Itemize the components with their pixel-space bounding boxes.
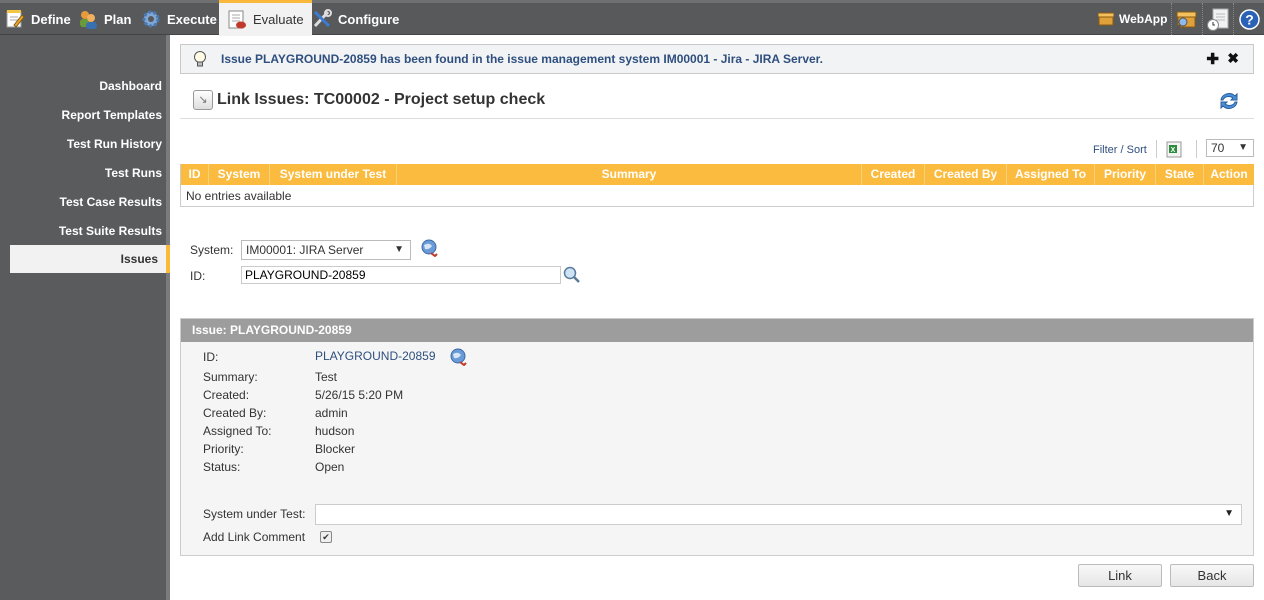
issue-panel-header: Issue: PLAYGROUND-20859 — [181, 319, 1253, 342]
sidebar-item-test-case-results[interactable]: Test Case Results — [2, 195, 163, 209]
issues-table: ID System System under Test Summary Crea… — [180, 164, 1254, 207]
search-icon[interactable] — [563, 266, 581, 284]
field-label-id: ID: — [203, 350, 219, 364]
back-button[interactable]: Back — [1170, 564, 1254, 587]
column-header-state[interactable]: State — [1156, 164, 1204, 185]
page-size-select[interactable]: 70 ▼ — [1206, 139, 1254, 157]
info-notice: Issue PLAYGROUND-20859 has been found in… — [180, 44, 1254, 74]
divider — [1171, 3, 1172, 35]
link-arrow-icon: ↘ — [193, 90, 213, 110]
page-size-value: 70 — [1211, 141, 1225, 155]
nav-plan-label: Plan — [104, 11, 132, 27]
svg-text:?: ? — [1245, 12, 1254, 28]
field-label-created-by: Created By: — [203, 406, 267, 420]
box-search-icon[interactable] — [1175, 10, 1197, 30]
column-header-assigned-to[interactable]: Assigned To — [1007, 164, 1095, 185]
column-header-summary[interactable]: Summary — [397, 164, 862, 185]
lightbulb-icon — [194, 51, 206, 67]
top-navigation-bar: Define Plan Execute Evaluate Configure W… — [0, 0, 1264, 36]
column-header-priority[interactable]: Priority — [1095, 164, 1156, 185]
field-value-status: Open — [315, 460, 345, 474]
issue-id-link[interactable]: PLAYGROUND-20859 — [315, 349, 436, 363]
field-label-status: Status: — [203, 460, 241, 474]
chevron-down-icon: ▼ — [394, 244, 404, 255]
issue-id-input[interactable] — [241, 266, 561, 284]
notice-text: Issue PLAYGROUND-20859 has been found in… — [221, 52, 824, 66]
report-icon — [228, 10, 246, 28]
sidebar-item-dashboard[interactable]: Dashboard — [2, 79, 162, 93]
users-icon — [80, 11, 97, 29]
sidebar-item-issues[interactable]: Issues — [10, 245, 170, 273]
sidebar: Dashboard Report Templates Test Run Hist… — [0, 35, 170, 600]
page-title: Link Issues: TC00002 - Project setup che… — [217, 91, 546, 108]
svg-text:X: X — [1171, 147, 1176, 154]
field-value-created: 5/26/15 5:20 PM — [315, 388, 404, 402]
nav-evaluate-label: Evaluate — [253, 12, 304, 27]
table-header: ID System System under Test Summary Crea… — [181, 164, 1254, 185]
add-link-comment-label: Add Link Comment — [203, 530, 306, 544]
divider — [1233, 3, 1234, 35]
sidebar-rail — [166, 35, 170, 600]
field-value-summary: Test — [315, 370, 338, 384]
nav-define[interactable]: Define — [5, 3, 71, 35]
field-label-summary: Summary: — [203, 370, 258, 384]
divider — [1196, 140, 1197, 158]
sidebar-item-test-suite-results[interactable]: Test Suite Results — [2, 224, 162, 238]
webapp-button[interactable]: WebApp — [1098, 3, 1167, 35]
id-label: ID: — [190, 269, 206, 283]
field-value-assigned-to: hudson — [315, 424, 355, 438]
column-header-created[interactable]: Created — [862, 164, 925, 185]
close-icon[interactable]: ✖ — [1227, 50, 1239, 67]
nav-execute-label: Execute — [167, 11, 217, 27]
nav-plan[interactable]: Plan — [78, 3, 131, 35]
help-icon[interactable]: ? — [1239, 9, 1260, 30]
chevron-down-icon: ▼ — [1224, 508, 1234, 519]
add-link-comment-checkbox[interactable]: ✔ — [320, 531, 332, 543]
empty-table-message: No entries available — [186, 189, 292, 203]
system-select-value: IM00001: JIRA Server — [246, 243, 364, 257]
field-value-priority: Blocker — [315, 442, 356, 456]
document-clock-icon[interactable] — [1207, 8, 1229, 32]
system-under-test-select[interactable]: ▼ — [315, 504, 1242, 525]
tools-icon — [313, 9, 332, 28]
column-header-system[interactable]: System — [209, 164, 270, 185]
column-header-action[interactable]: Action — [1204, 164, 1254, 185]
system-label: System: — [190, 243, 234, 257]
issue-details-panel: Issue: PLAYGROUND-20859 ID: PLAYGROUND-2… — [180, 318, 1254, 556]
field-label-assigned-to: Assigned To: — [203, 424, 272, 438]
open-issue-icon[interactable] — [449, 348, 467, 366]
webapp-label: WebApp — [1119, 12, 1168, 26]
link-button[interactable]: Link — [1078, 564, 1162, 587]
notepad-icon — [6, 10, 25, 28]
system-select[interactable]: IM00001: JIRA Server ▼ — [241, 240, 411, 260]
field-label-priority: Priority: — [203, 442, 244, 456]
field-label-created: Created: — [203, 388, 250, 402]
sidebar-item-test-runs[interactable]: Test Runs — [2, 166, 162, 180]
nav-evaluate[interactable]: Evaluate — [219, 0, 312, 36]
column-header-id[interactable]: ID — [181, 164, 209, 185]
open-system-icon[interactable] — [420, 239, 438, 257]
divider — [1156, 140, 1157, 158]
filter-sort-link[interactable]: Filter / Sort — [1093, 144, 1147, 156]
gear-icon — [142, 10, 160, 28]
nav-execute[interactable]: Execute — [141, 3, 217, 35]
divider — [180, 118, 1254, 119]
chevron-down-icon: ▼ — [1238, 142, 1248, 153]
excel-export-icon[interactable]: X — [1166, 141, 1182, 158]
box-icon — [1098, 12, 1114, 26]
column-header-system-under-test[interactable]: System under Test — [270, 164, 397, 185]
nav-configure[interactable]: Configure — [312, 3, 399, 35]
sidebar-item-report-templates[interactable]: Report Templates — [2, 108, 162, 122]
column-header-created-by[interactable]: Created By — [925, 164, 1007, 185]
nav-configure-label: Configure — [338, 11, 400, 27]
expand-icon[interactable]: ✚ — [1206, 50, 1219, 68]
system-under-test-label: System under Test: — [203, 507, 306, 521]
field-value-created-by: admin — [315, 406, 348, 420]
nav-define-label: Define — [31, 11, 71, 27]
divider — [1202, 3, 1203, 35]
sidebar-item-test-run-history[interactable]: Test Run History — [2, 137, 162, 151]
refresh-icon[interactable] — [1218, 91, 1240, 111]
